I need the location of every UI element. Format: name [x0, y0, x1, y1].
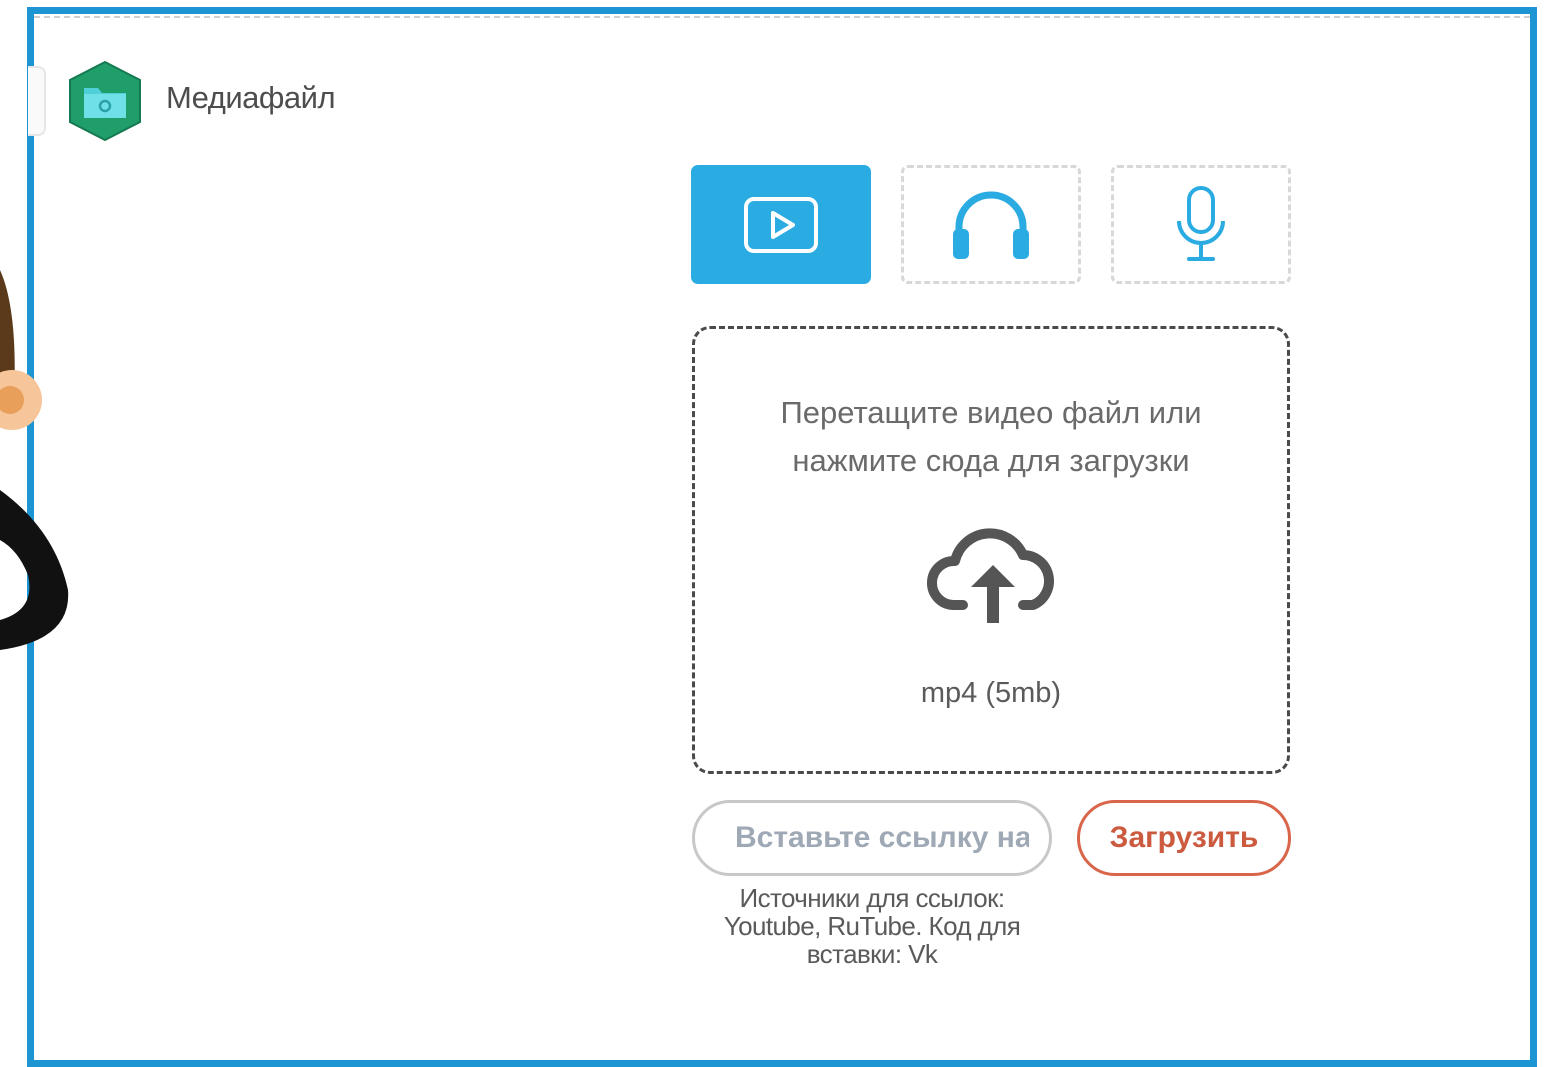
folder-hexagon-logo [69, 60, 141, 142]
link-sources-hint: Источники для ссылок: Youtube, RuTube. К… [692, 884, 1052, 968]
upload-button[interactable]: Загрузить [1077, 800, 1291, 876]
app-title: Медиафайл [166, 80, 336, 115]
upload-dropzone[interactable]: Перетащите видео файл или нажмите сюда д… [692, 326, 1290, 774]
side-collapse-tab[interactable] [28, 66, 46, 136]
dropzone-line-2: нажмите сюда для загрузки [792, 443, 1190, 478]
video-play-icon [744, 196, 818, 253]
headphones-icon [953, 191, 1029, 259]
cloud-upload-icon [927, 528, 1054, 623]
dropzone-instructions: Перетащите видео файл или нажмите сюда д… [695, 389, 1287, 485]
link-input[interactable] [692, 800, 1052, 876]
sources-line-1: Источники для ссылок: [739, 883, 1006, 913]
character-illustration [0, 270, 69, 650]
top-divider [34, 16, 1530, 18]
tab-voice[interactable] [1111, 165, 1291, 284]
sources-line-3: вставки: Vk [806, 939, 938, 969]
dropzone-line-1: Перетащите видео файл или [780, 395, 1202, 430]
microphone-icon [1177, 185, 1225, 261]
tab-audio[interactable] [901, 165, 1081, 284]
tab-video[interactable] [691, 165, 871, 284]
sources-line-2: Youtube, RuTube. Код для [723, 911, 1021, 941]
format-hint: mp4 (5mb) [920, 677, 1062, 709]
